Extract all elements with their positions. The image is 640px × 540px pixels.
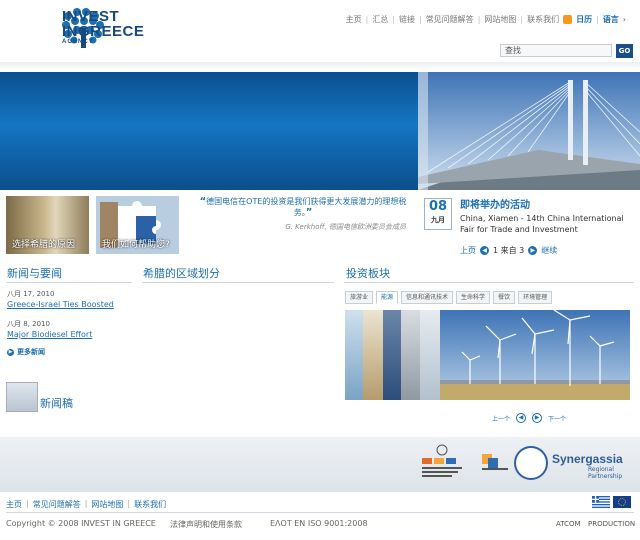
tab-ict[interactable]: 信息和通讯技术 [401,291,454,304]
prev-arrow-icon[interactable]: ◀ [480,246,489,255]
sector-thumb[interactable] [383,310,401,400]
news-divider [6,282,132,283]
header-divider [0,62,640,70]
nav-summary[interactable]: 汇总 [372,14,388,25]
more-news-link[interactable]: ▶ 更多新闻 [7,347,45,357]
brand-line-2: INGREECE [62,23,145,40]
footer-faq[interactable]: 常见问题解答 [33,499,81,510]
more-news-label: 更多新闻 [17,348,45,356]
sector-pager: 上一个 ◀ ▶ 下一个 [492,413,566,423]
greek-flag-icon[interactable] [592,496,610,508]
close-quote-icon: ” [305,207,313,218]
how-we-help-caption: 我们如何帮助您? [102,240,170,250]
tab-food[interactable]: 餐饮 [493,291,516,304]
brand-line-3: AGENCY [62,39,94,45]
press-release-link[interactable]: 新闻稿 [40,395,73,411]
nav-faq[interactable]: 常见问题解答 [426,14,474,25]
top-navigation: 主页 | 汇总 | 链接 | 常见问题解答 | 网站地图 | 联系我们 日历 | 语言 › [346,14,626,25]
footer-navigation: 主页 | 常见问题解答 | 网站地图 | 联系我们 [6,499,166,510]
regional-section-title[interactable]: 希腊的区域划分 [143,265,220,281]
invest-divider [344,282,634,283]
tab-life-sciences[interactable]: 生命科学 [456,291,491,304]
next-arrow-icon[interactable]: ▶ [532,413,543,423]
sector-next-link[interactable]: 下一个 [548,414,566,423]
event-prev-link[interactable]: 上页 [460,245,476,256]
sector-thumb[interactable] [401,310,420,400]
event-calendar-icon: 08 九月 [424,198,452,230]
prev-arrow-icon[interactable]: ◀ [516,413,527,423]
calendar-link[interactable]: 日历 [576,14,592,25]
nav-separator: | [26,499,29,508]
nav-contact[interactable]: 联系我们 [527,14,559,25]
nav-separator: | [520,15,524,24]
sector-tabs: 旅游业 能源 信息和通讯技术 生命科学 餐饮 环境管理 [345,291,553,304]
atcom-credit[interactable]: ATCOM [556,520,581,528]
press-release-icon[interactable] [6,382,38,412]
news-link[interactable]: Major Biodiesel Effort [7,330,92,339]
nav-home[interactable]: 主页 [346,14,362,25]
bridge-photo [418,72,640,190]
nav-separator: | [84,499,88,508]
news-link[interactable]: Greece-Israel Ties Boosted [7,300,114,309]
event-month: 九月 [431,216,445,224]
sector-thumb[interactable] [363,310,383,400]
news-section-title: 新闻与要闻 [7,267,62,280]
footer-contact[interactable]: 联系我们 [134,499,166,510]
event-page-indicator: 1 来自 3 [493,246,525,255]
operational-programme-logo[interactable] [480,452,510,472]
tab-environment[interactable]: 环境管理 [518,291,553,304]
rss-icon[interactable] [563,15,573,24]
why-greece-caption: 选择希腊的原因 [12,240,76,250]
footer-home[interactable]: 主页 [6,499,22,510]
search-input[interactable]: 查找 [500,44,612,57]
testimonial-quote: “德国电信在OTE的投资是我们获得更大发展潜力的理想税务。” [196,196,410,218]
wind-turbines-photo [440,310,630,400]
how-we-help-tile[interactable]: 我们如何帮助您? [96,196,179,254]
next-arrow-icon[interactable]: ▶ [528,246,538,255]
ministry-of-economy-logo[interactable] [418,444,466,482]
quote-author: G. Kerkhoff, 德国电信欧洲委员会成员 [285,223,406,231]
news-date: 八月 8, 2010 [7,320,50,328]
footer-divider [6,512,634,513]
footer-sitemap[interactable]: 网站地图 [91,499,123,510]
synergassia-subtitle: Regional Partnership [588,466,623,480]
nav-separator: | [418,15,422,24]
nav-separator: | [365,15,369,24]
nav-separator: | [477,15,481,24]
invest-sectors-title: 投资板块 [346,267,390,280]
language-link[interactable]: 语言 [603,14,619,25]
sector-thumb[interactable] [420,310,440,400]
nav-sitemap[interactable]: 网站地图 [484,14,516,25]
tab-tourism[interactable]: 旅游业 [345,291,374,304]
nav-separator: | [392,15,395,24]
event-next-link[interactable]: 继续 [541,245,557,256]
sector-thumbnails [345,310,440,400]
sector-prev-link[interactable]: 上一个 [492,414,510,423]
nav-separator: | [596,15,599,24]
event-pager: 上页 ◀ 1 来自 3 ▶ 继续 [460,245,557,256]
hero-banner [0,72,418,190]
regional-divider [142,282,334,283]
news-date: 八月 17, 2010 [7,290,55,298]
event-day: 08 [428,199,448,214]
sector-thumb[interactable] [345,310,363,400]
legal-link[interactable]: 法律声明和使用条款 [170,519,242,530]
why-greece-tile[interactable]: 选择希腊的原因 [6,196,89,254]
nav-links[interactable]: 链接 [399,14,415,25]
iso-certification: ΕΛΟΤ EN ISO 9001:2008 [270,519,368,528]
copyright-text: Copyright © 2008 INVEST IN GREECE [6,519,156,528]
eu-flag-icon[interactable] [613,496,631,508]
upcoming-events-title[interactable]: 即将举办的活动 [460,196,530,211]
brand-line-1: INVEST [62,8,120,25]
eu-seal-logo[interactable] [514,446,548,480]
production-credit: PRODUCTION [588,520,636,528]
nav-separator: | [127,499,131,508]
search-go-button[interactable]: GO [616,44,633,58]
arrow-right-icon: ▶ [7,348,14,356]
synergassia-logo-text[interactable]: Synergassia [552,452,623,466]
chevron-right-icon: › [622,15,626,24]
event-description[interactable]: China, Xiamen - 14th China International… [460,213,630,235]
tab-energy[interactable]: 能源 [376,291,399,304]
